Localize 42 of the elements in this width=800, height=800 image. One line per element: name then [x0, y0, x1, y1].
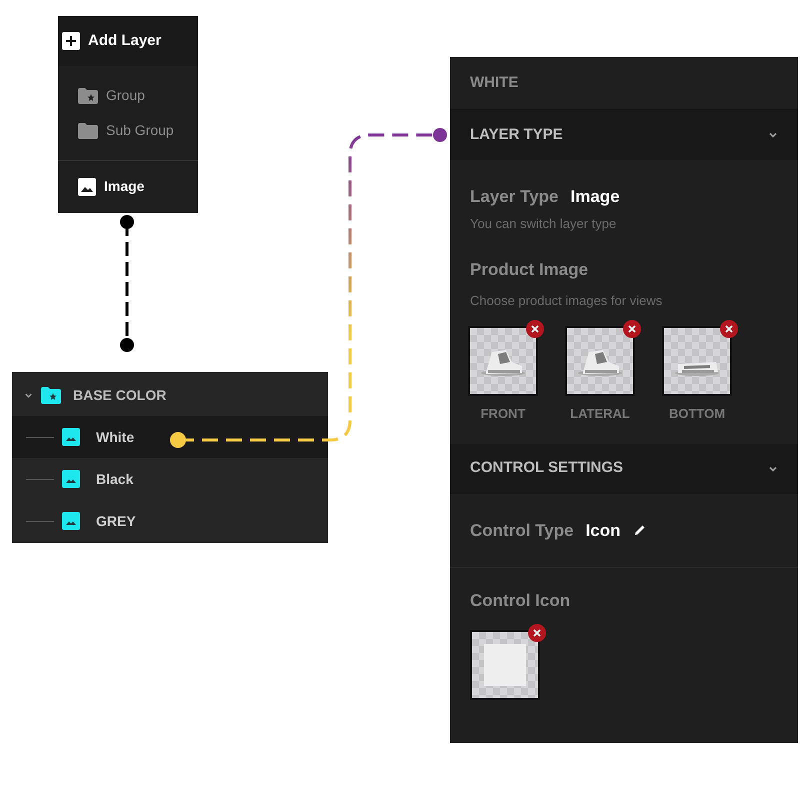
field-label: Control Type	[470, 520, 574, 542]
remove-button[interactable]	[720, 320, 738, 338]
image-icon	[62, 470, 80, 488]
image-icon	[62, 428, 80, 446]
view-label: BOTTOM	[668, 405, 726, 423]
image-icon	[78, 178, 96, 196]
field-label: Product Image	[470, 259, 590, 281]
star-folder-icon	[41, 386, 61, 404]
remove-button[interactable]	[623, 320, 641, 338]
close-icon	[725, 325, 733, 333]
panel-title: WHITE	[470, 72, 518, 93]
pencil-icon[interactable]	[632, 523, 647, 538]
close-icon	[628, 325, 636, 333]
image-icon	[62, 512, 80, 530]
layer-label: Black	[96, 470, 134, 488]
layer-label: White	[96, 428, 134, 446]
add-layer-button[interactable]: Add Layer	[58, 16, 198, 66]
view-label: FRONT	[480, 405, 526, 423]
section-header[interactable]: CONTROL SETTINGS	[450, 444, 798, 494]
chevron-icon[interactable]	[24, 390, 33, 400]
chevron-icon[interactable]	[768, 130, 778, 140]
field-hint: You can switch layer type	[470, 214, 618, 233]
field-value: Icon	[586, 520, 621, 542]
tree-row[interactable]: Black	[12, 458, 328, 500]
view-label: LATERAL	[570, 405, 630, 423]
remove-button[interactable]	[528, 624, 546, 642]
field-label: Layer Type	[470, 186, 559, 208]
star-folder-icon	[78, 88, 98, 104]
tree-row[interactable]: White	[12, 416, 328, 458]
section-header[interactable]: LAYER TYPE	[450, 110, 798, 160]
layer-label: GREY	[96, 512, 136, 530]
field-label: Control Icon	[470, 590, 572, 612]
remove-button[interactable]	[526, 320, 544, 338]
plus-icon	[62, 32, 80, 50]
field-hint: Choose product images for views	[470, 292, 664, 310]
menu-item[interactable]: Image	[58, 169, 148, 204]
close-icon	[531, 325, 539, 333]
field-value: Image	[570, 186, 620, 208]
group-label[interactable]: BASE COLOR	[73, 384, 166, 406]
folder-icon	[78, 122, 98, 138]
close-icon	[533, 628, 541, 636]
tree-row[interactable]: GREY	[12, 500, 328, 542]
